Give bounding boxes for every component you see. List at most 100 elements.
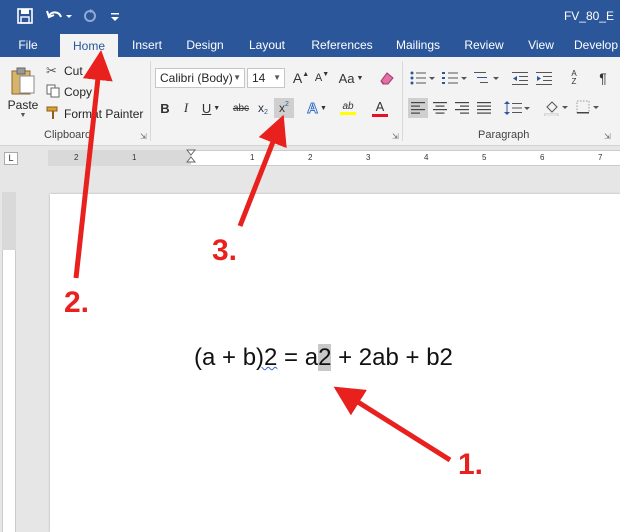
sort-button[interactable]: A Z bbox=[564, 69, 584, 87]
line-spacing-button[interactable] bbox=[502, 98, 532, 118]
eraser-icon bbox=[380, 72, 394, 85]
font-launcher-icon[interactable]: ⇲ bbox=[392, 132, 399, 141]
multilevel-list-icon bbox=[474, 72, 499, 83]
equation-segment: (a + b bbox=[194, 344, 257, 371]
font-size-select[interactable]: 14 ▼ bbox=[247, 68, 285, 88]
paint-bucket-icon bbox=[544, 101, 568, 116]
decrease-indent-button[interactable] bbox=[510, 69, 530, 87]
tab-mailings[interactable]: Mailings bbox=[388, 33, 448, 57]
decrease-indent-icon bbox=[512, 72, 528, 85]
clipboard-launcher-icon[interactable]: ⇲ bbox=[140, 132, 147, 141]
multilevel-list-button[interactable] bbox=[472, 69, 502, 87]
format-painter-button[interactable]: Format Painter bbox=[46, 105, 146, 123]
selected-exponent[interactable]: 2 bbox=[318, 344, 332, 371]
chevron-down-icon: ▼ bbox=[273, 73, 281, 82]
font-size-value: 14 bbox=[252, 71, 266, 85]
tab-file[interactable]: File bbox=[8, 33, 48, 57]
clear-formatting-button[interactable] bbox=[378, 69, 396, 87]
align-center-icon bbox=[433, 102, 447, 114]
strikethrough-icon: abc bbox=[232, 102, 250, 114]
ruler-mark: 4 bbox=[424, 153, 429, 162]
shrink-font-icon: A bbox=[314, 72, 323, 84]
ruler-mark: 1 bbox=[250, 153, 255, 162]
text-effects-icon: A bbox=[307, 99, 319, 117]
undo-icon[interactable] bbox=[44, 6, 74, 26]
bullets-button[interactable] bbox=[408, 69, 438, 87]
ruler-mark: 3 bbox=[366, 153, 371, 162]
equation-segment: + 2ab + b2 bbox=[331, 344, 453, 371]
increase-indent-button[interactable] bbox=[534, 69, 554, 87]
superscript-button[interactable]: x2 bbox=[274, 98, 294, 118]
customize-icon[interactable] bbox=[108, 6, 122, 26]
callout-step-2: 2. bbox=[64, 286, 90, 319]
underline-button[interactable]: U ▼ bbox=[198, 98, 224, 118]
line-spacing-icon bbox=[504, 101, 530, 115]
change-case-button[interactable]: Aa ▼ bbox=[338, 69, 364, 87]
paragraph-group-label: Paragraph bbox=[478, 129, 530, 141]
brush-icon bbox=[46, 106, 64, 123]
callout-step-3: 3. bbox=[212, 234, 238, 267]
borders-icon bbox=[576, 100, 599, 114]
callout-step-1: 1. bbox=[458, 448, 484, 481]
borders-button[interactable] bbox=[574, 98, 602, 118]
paste-label: Paste bbox=[7, 97, 39, 112]
paste-button[interactable]: Paste ▼ bbox=[6, 61, 40, 123]
subscript-mark: 2 bbox=[264, 108, 268, 116]
ribbon-tabs: File Home Insert Design Layout Reference… bbox=[0, 33, 620, 57]
tab-home[interactable]: Home bbox=[60, 34, 118, 57]
ruler-mark: 5 bbox=[482, 153, 487, 162]
align-left-button[interactable] bbox=[408, 98, 428, 118]
tab-insert[interactable]: Insert bbox=[124, 33, 170, 57]
numbering-button[interactable] bbox=[440, 69, 470, 87]
justify-button[interactable] bbox=[474, 98, 494, 118]
sort-icon: A Z bbox=[571, 69, 577, 86]
italic-button[interactable]: I bbox=[178, 98, 194, 118]
shading-button[interactable] bbox=[542, 98, 570, 118]
tab-developer[interactable]: Develop bbox=[574, 33, 620, 57]
scissors-icon: ✂ bbox=[46, 63, 57, 78]
strikethrough-button[interactable]: abc bbox=[230, 98, 252, 118]
paste-icon bbox=[11, 67, 35, 94]
highlight-icon: ab bbox=[342, 101, 354, 112]
ruler-mark: 1 bbox=[132, 153, 137, 162]
superscript-mark: 2 bbox=[285, 100, 289, 108]
shrink-font-button[interactable]: A ▼ bbox=[313, 69, 331, 87]
cut-button[interactable]: ✂ Cut bbox=[46, 62, 98, 80]
tab-layout[interactable]: Layout bbox=[240, 33, 294, 57]
font-color-button[interactable]: A bbox=[366, 98, 394, 118]
copy-button[interactable]: Copy bbox=[46, 83, 106, 101]
copy-label: Copy bbox=[64, 85, 93, 99]
redo-icon[interactable] bbox=[80, 6, 100, 26]
paragraph-launcher-icon[interactable]: ⇲ bbox=[604, 132, 611, 141]
numbering-icon bbox=[442, 72, 467, 84]
tab-view[interactable]: View bbox=[520, 33, 562, 57]
highlight-color-bar bbox=[340, 112, 356, 115]
font-family-value: Calibri (Body) bbox=[160, 71, 233, 85]
ruler-mark: 6 bbox=[540, 153, 545, 162]
vertical-ruler-margin bbox=[2, 192, 16, 250]
save-icon[interactable] bbox=[14, 6, 36, 26]
format-painter-label: Format Painter bbox=[64, 107, 144, 121]
font-family-select[interactable]: Calibri (Body) ▼ bbox=[155, 68, 245, 88]
ruler-ticks: 2 1 1 2 3 4 5 6 7 bbox=[74, 149, 603, 163]
ruler-mark: 7 bbox=[598, 153, 603, 162]
divider bbox=[402, 61, 403, 141]
highlight-button[interactable]: ab bbox=[334, 98, 362, 118]
paste-dropdown-icon: ▼ bbox=[19, 111, 27, 119]
text-effects-button[interactable]: A ▼ bbox=[304, 98, 330, 118]
ribbon: Paste ▼ ✂ Cut Copy Format Painter Clipbo… bbox=[0, 57, 620, 146]
equation-segment: = a bbox=[277, 344, 319, 371]
subscript-button[interactable]: x2 bbox=[254, 98, 272, 118]
copy-icon bbox=[46, 84, 64, 101]
show-formatting-button[interactable]: ¶ bbox=[594, 69, 612, 87]
bold-button[interactable]: B bbox=[157, 98, 173, 118]
grow-font-button[interactable]: A ▲ bbox=[292, 69, 310, 87]
equation-text[interactable]: (a + b)2 = a2 + 2ab + b2 bbox=[194, 344, 453, 372]
chevron-down-icon: ▼ bbox=[233, 73, 241, 82]
align-center-button[interactable] bbox=[430, 98, 450, 118]
tab-review[interactable]: Review bbox=[458, 33, 510, 57]
tab-design[interactable]: Design bbox=[180, 33, 230, 57]
tab-references[interactable]: References bbox=[304, 33, 380, 57]
align-right-button[interactable] bbox=[452, 98, 472, 118]
clipboard-group-label: Clipboard bbox=[44, 129, 92, 141]
